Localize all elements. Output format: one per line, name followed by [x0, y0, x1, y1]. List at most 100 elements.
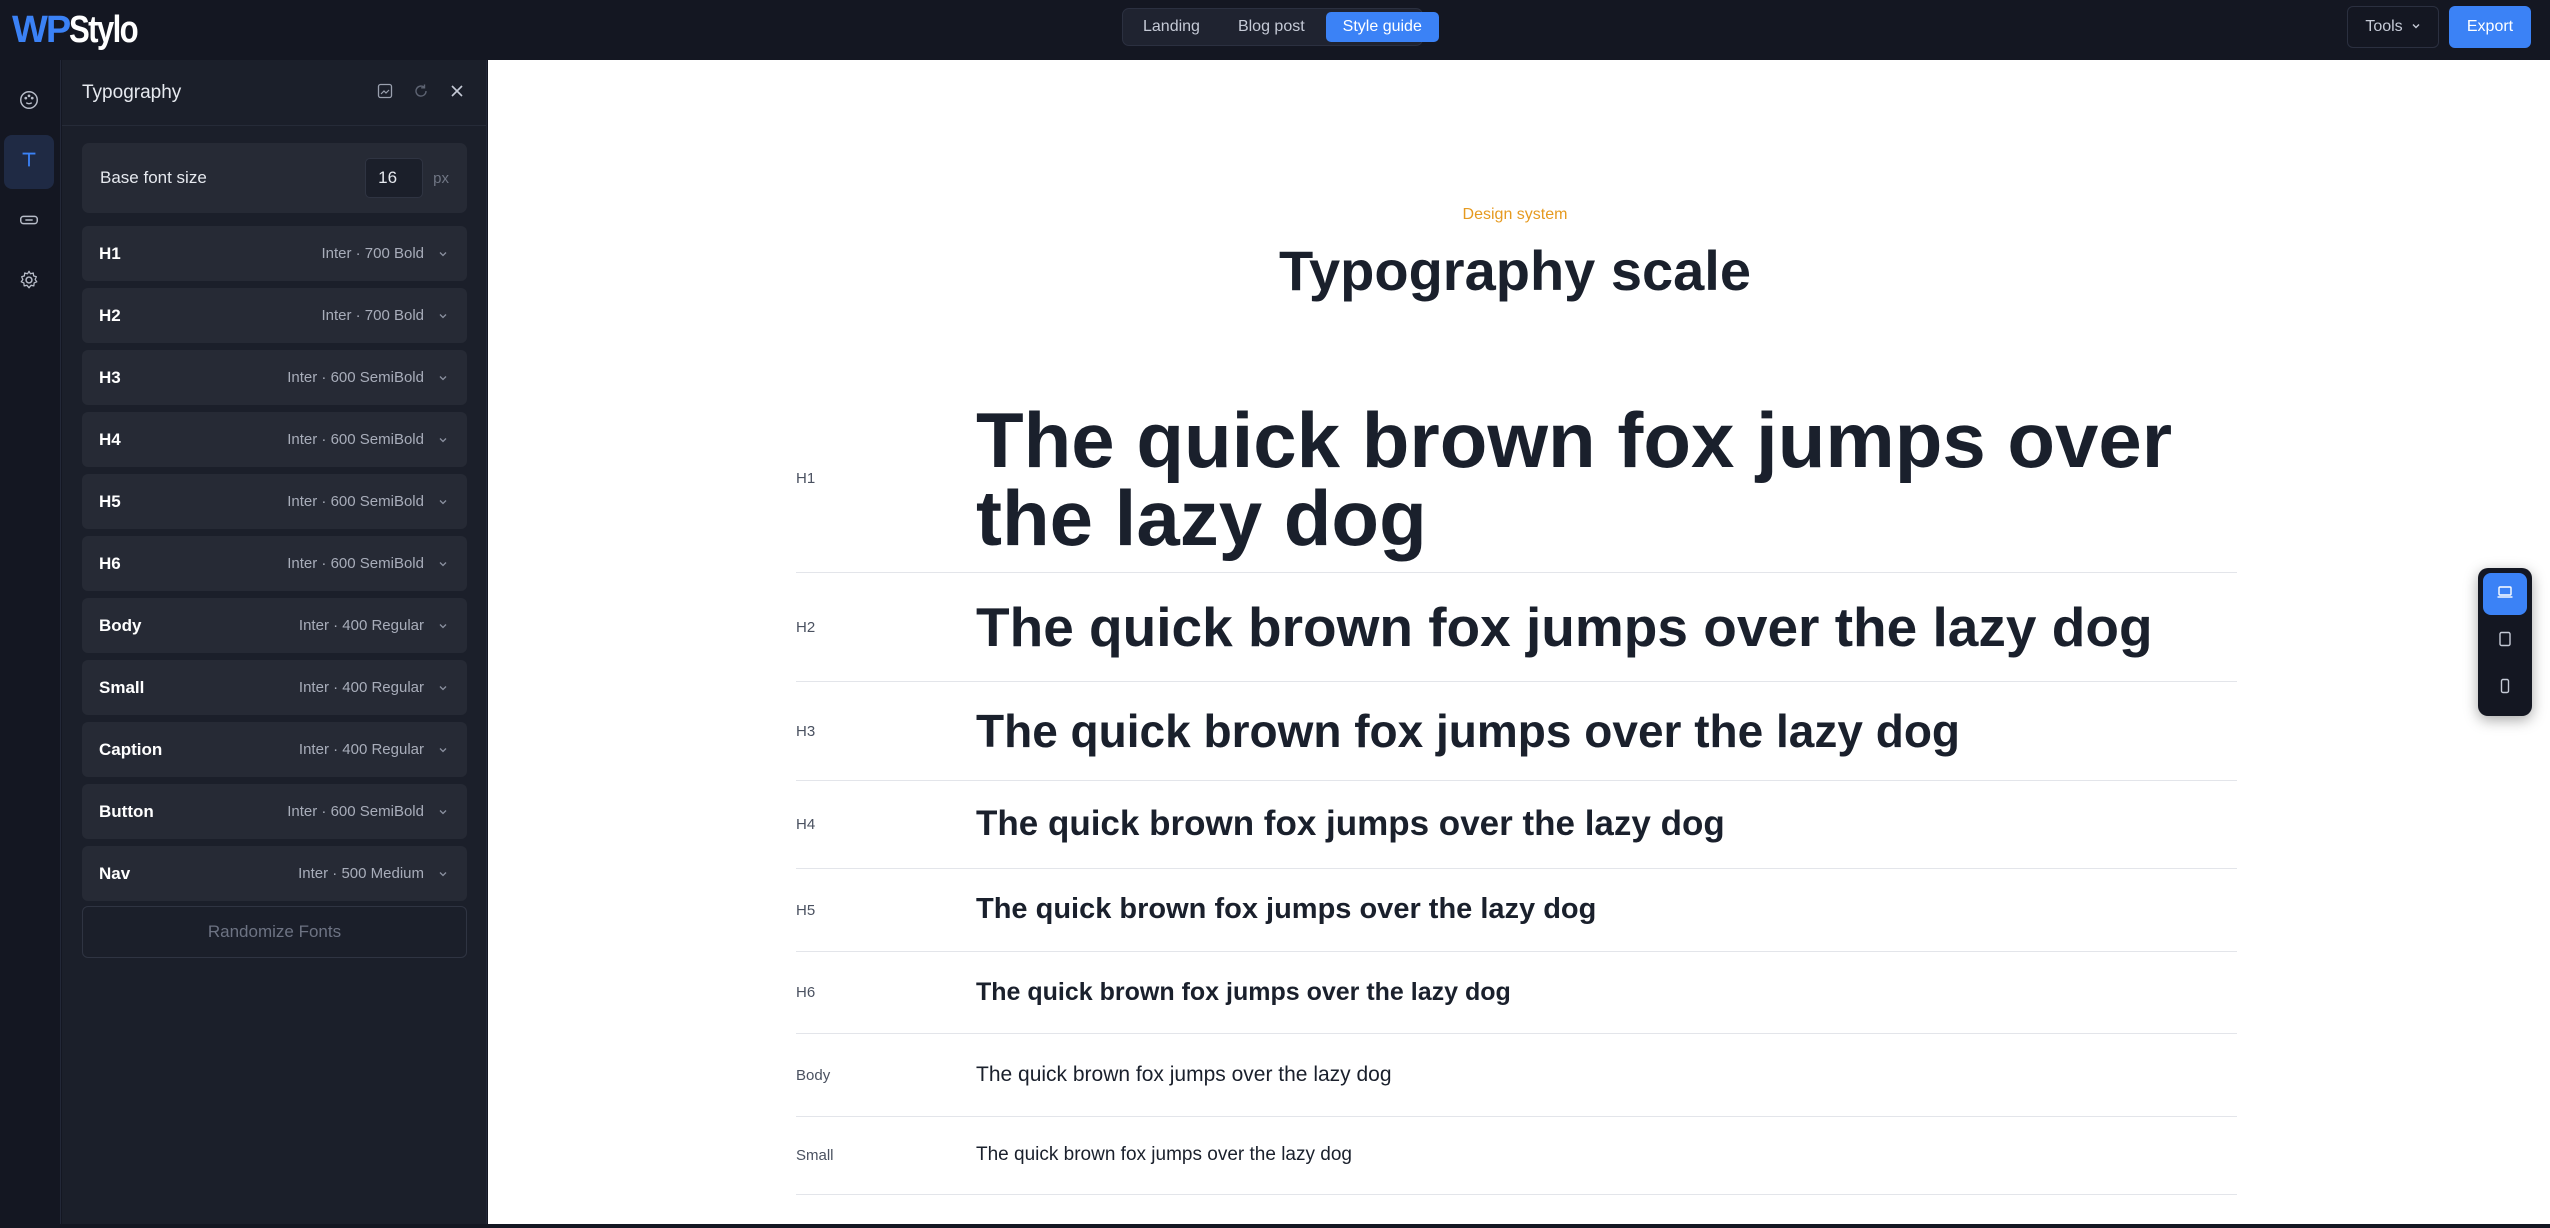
- scale-label: H4: [796, 816, 816, 833]
- style-guide-canvas: Design system Typography scale H1 The qui…: [488, 60, 2550, 1224]
- chevron-down-icon[interactable]: [438, 248, 450, 260]
- logo[interactable]: WP Stylo: [12, 8, 152, 52]
- top-bar: WP Stylo Landing Blog post Style guide To…: [0, 0, 2550, 60]
- typography-panel: Typography Base font size px H1 Inter · 7…: [62, 60, 487, 1228]
- page-title: Typography scale: [1278, 239, 1751, 302]
- randomize-fonts-button[interactable]: Randomize Fonts: [82, 906, 467, 958]
- tablet-icon: [2496, 630, 2514, 653]
- scale-row-h4: H4 The quick brown fox jumps over the laz…: [796, 781, 2237, 869]
- scale-row-h2: H2 The quick brown fox jumps over the laz…: [796, 573, 2237, 682]
- type-style-font: Inter · 600 SemiBold: [287, 555, 424, 572]
- base-font-size-unit: px: [433, 169, 449, 187]
- scale-row-h3: H3 The quick brown fox jumps over the laz…: [796, 682, 2237, 781]
- type-style-font: Inter · 600 SemiBold: [287, 803, 424, 820]
- type-style-row-h6[interactable]: H6 Inter · 600 SemiBold: [82, 536, 467, 591]
- page-switcher: Landing Blog post Style guide: [1122, 8, 1439, 46]
- scale-row-h6: H6 The quick brown fox jumps over the laz…: [796, 952, 2237, 1034]
- scale-sample-text: The quick brown fox jumps over the lazy …: [976, 1144, 1352, 1166]
- reset-icon[interactable]: [412, 82, 430, 100]
- scale-sample-text: The quick brown fox jumps over the lazy …: [976, 595, 2153, 658]
- image-icon[interactable]: [376, 82, 394, 100]
- tab-landing[interactable]: Landing: [1126, 12, 1217, 42]
- type-style-font: Inter · 600 SemiBold: [287, 369, 424, 386]
- chevron-down-icon[interactable]: [438, 868, 450, 880]
- scale-sample-text: The quick brown fox jumps over the lazy …: [976, 1063, 1392, 1087]
- chevron-down-icon[interactable]: [438, 558, 450, 570]
- scale-label: H2: [796, 618, 816, 636]
- type-style-list: H1 Inter · 700 Bold H2 Inter · 700 Bold H3 In…: [82, 226, 467, 908]
- chevron-down-icon[interactable]: [438, 434, 450, 446]
- base-font-size-input[interactable]: [365, 158, 424, 198]
- type-style-name: H5: [99, 491, 121, 511]
- button-icon: [18, 209, 40, 236]
- type-style-font: Inter · 700 Bold: [321, 245, 424, 262]
- scale-label: H6: [796, 984, 816, 1001]
- rail-item-colors[interactable]: [4, 75, 54, 129]
- scale-row-h5: H5 The quick brown fox jumps over the laz…: [796, 869, 2237, 952]
- type-style-name: H4: [99, 429, 121, 449]
- chevron-down-icon[interactable]: [438, 372, 450, 384]
- type-style-row-h5[interactable]: H5 Inter · 600 SemiBold: [82, 474, 467, 529]
- export-button[interactable]: Export: [2449, 6, 2531, 48]
- rail-item-buttons[interactable]: [4, 195, 54, 249]
- type-style-row-nav[interactable]: Nav Inter · 500 Medium: [82, 846, 467, 901]
- type-style-row-body[interactable]: Body Inter · 400 Regular: [82, 598, 467, 653]
- scale-sample-text: The quick brown fox jumps over the lazy …: [976, 804, 1725, 844]
- type-style-row-button[interactable]: Button Inter · 600 SemiBold: [82, 784, 467, 839]
- desktop-icon: [2496, 583, 2514, 606]
- device-desktop-button[interactable]: [2483, 573, 2527, 615]
- scale-row-h1: H1 The quick brown fox jumps over the laz…: [796, 385, 2237, 573]
- tab-style-guide[interactable]: Style guide: [1325, 12, 1439, 42]
- scale-label: H3: [796, 722, 816, 740]
- scale-sample-text: The quick brown fox jumps over the lazy …: [976, 893, 1597, 926]
- device-mobile-button[interactable]: [2483, 667, 2527, 709]
- chevron-down-icon[interactable]: [438, 496, 450, 508]
- type-style-name: Button: [99, 801, 154, 821]
- bottom-strip: [0, 1224, 2550, 1228]
- type-style-name: H1: [99, 243, 121, 263]
- type-style-name: H3: [99, 367, 121, 387]
- logo-stylo: Stylo: [69, 8, 139, 51]
- type-style-font: Inter · 700 Bold: [321, 307, 424, 324]
- tab-blog-post[interactable]: Blog post: [1221, 12, 1322, 42]
- panel-title: Typography: [82, 81, 182, 103]
- chevron-down-icon[interactable]: [438, 806, 450, 818]
- chevron-down-icon[interactable]: [438, 682, 450, 694]
- type-style-font: Inter · 400 Regular: [298, 617, 424, 634]
- type-style-row-h3[interactable]: H3 Inter · 600 SemiBold: [82, 350, 467, 405]
- base-font-size-label: Base font size: [100, 168, 207, 187]
- palette-icon: [18, 89, 40, 116]
- rail-item-settings[interactable]: [4, 255, 54, 309]
- type-style-font: Inter · 400 Regular: [298, 679, 424, 696]
- type-style-row-caption[interactable]: Caption Inter · 400 Regular: [82, 722, 467, 777]
- gear-icon: [18, 269, 40, 296]
- device-switcher: [2478, 568, 2532, 716]
- type-style-font: Inter · 500 Medium: [298, 865, 424, 882]
- type-style-row-h1[interactable]: H1 Inter · 700 Bold: [82, 226, 467, 281]
- scale-row-small: Small The quick brown fox jumps over the …: [796, 1117, 2237, 1195]
- scale-label: H5: [796, 901, 816, 919]
- base-font-size-row: Base font size px: [82, 143, 467, 213]
- type-style-name: H2: [99, 305, 121, 325]
- type-style-name: Caption: [99, 739, 163, 759]
- rail-item-typography[interactable]: [4, 135, 54, 189]
- scale-label: Body: [796, 1066, 831, 1084]
- chevron-down-icon[interactable]: [438, 310, 450, 322]
- type-style-font: Inter · 400 Regular: [298, 741, 424, 758]
- scale-sample-text: The quick brown fox jumps over the lazy …: [976, 395, 2173, 562]
- type-style-name: Nav: [99, 863, 131, 883]
- type-style-row-small[interactable]: Small Inter · 400 Regular: [82, 660, 467, 715]
- panel-header: Typography: [62, 60, 486, 126]
- close-icon[interactable]: [448, 82, 466, 100]
- logo-wp: WP: [12, 8, 71, 51]
- chevron-down-icon[interactable]: [438, 744, 450, 756]
- tools-button[interactable]: Tools: [2347, 6, 2439, 48]
- type-style-row-h4[interactable]: H4 Inter · 600 SemiBold: [82, 412, 467, 467]
- type-style-row-h2[interactable]: H2 Inter · 700 Bold: [82, 288, 467, 343]
- type-icon: [18, 149, 40, 176]
- mobile-icon: [2496, 677, 2514, 700]
- scale-sample-text: The quick brown fox jumps over the lazy …: [976, 704, 1961, 757]
- scale-label: Small: [796, 1147, 834, 1164]
- chevron-down-icon[interactable]: [438, 620, 450, 632]
- device-tablet-button[interactable]: [2483, 620, 2527, 662]
